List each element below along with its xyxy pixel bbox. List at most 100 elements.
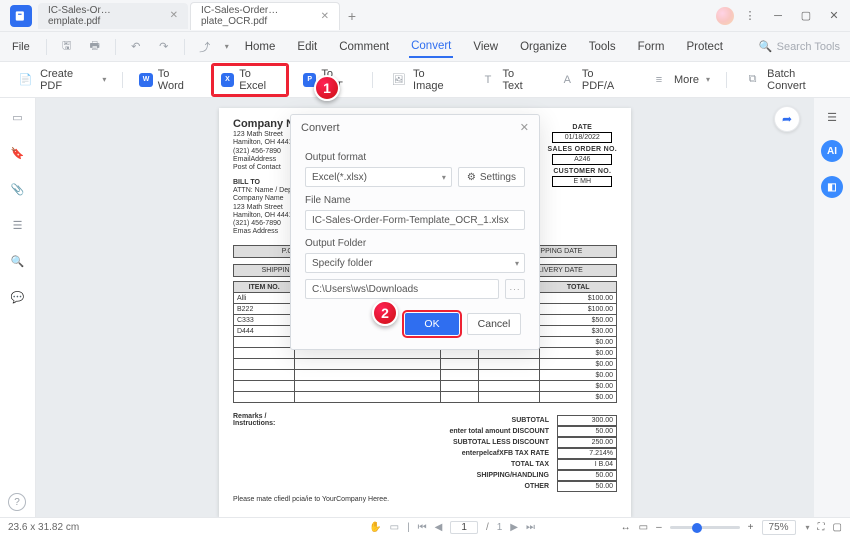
close-window-icon[interactable]: ✕ [822,5,846,27]
first-page-icon[interactable]: ⏮ [418,522,427,533]
page-dimensions: 23.6 x 31.82 cm [8,522,79,533]
more-menu-icon[interactable]: ⋮ [738,5,762,27]
order-label: SALES ORDER NO. [548,146,617,153]
left-rail: ▭ 🔖 📎 ☰ 🔍 💬 [0,98,36,517]
to-text-label: To Text [503,68,536,92]
specify-folder-value: Specify folder [312,258,373,269]
close-icon[interactable]: ✕ [170,10,178,21]
new-tab-button[interactable]: + [340,8,364,24]
thumbnails-icon[interactable]: ▭ [9,108,27,126]
menu-form[interactable]: Form [636,37,667,57]
zoom-in-icon[interactable]: + [748,522,754,533]
excel-icon: X [221,73,234,87]
account-avatar[interactable] [716,7,734,25]
menu-convert[interactable]: Convert [409,36,453,58]
subtotal-label: SUBTOTAL [413,415,553,426]
ai-badge-icon[interactable]: AI [821,140,843,162]
undo-icon[interactable]: ↶ [126,37,146,57]
floating-share-button[interactable]: ➦ [774,106,800,132]
maximize-icon[interactable]: ▢ [794,5,818,27]
titlebar: IC-Sales-Or…emplate.pdf ✕ IC-Sales-Order… [0,0,850,32]
more-button[interactable]: ≡ More▾ [641,67,718,93]
close-icon[interactable]: ✕ [321,11,329,22]
logo-icon [14,9,28,23]
tab-active[interactable]: IC-Sales-Order…plate_OCR.pdf ✕ [190,2,340,30]
to-word-button[interactable]: W To Word [131,65,204,95]
page-number[interactable]: 1 [450,521,478,534]
hand-tool-icon[interactable]: ✋ [369,522,381,533]
tab-inactive-label: IC-Sales-Or…emplate.pdf [48,5,162,27]
batch-label: Batch Convert [767,68,834,92]
remarks-label: Remarks / Instructions: [233,413,298,492]
menu-organize[interactable]: Organize [518,37,569,57]
col-item: ITEM NO. [234,282,295,293]
search-tools-label: Search Tools [777,41,840,53]
bookmarks-icon[interactable]: 🔖 [9,144,27,162]
to-excel-button[interactable]: X To Excel [211,63,289,97]
cancel-button[interactable]: Cancel [467,313,521,335]
order-value: A246 [552,154,612,165]
browse-button[interactable]: ··· [505,279,525,299]
print-icon[interactable]: 🖶 [85,37,105,57]
table-row: $0.00 [234,392,617,403]
fullscreen-icon[interactable]: ⛶ [818,522,825,533]
to-image-button[interactable]: 🖼 To Image [381,65,465,95]
batch-convert-button[interactable]: ⧉ Batch Convert [735,65,842,95]
menu-home[interactable]: Home [243,37,278,57]
app-logo [10,5,32,27]
read-mode-icon[interactable]: ▢ [833,522,842,533]
help-button[interactable]: ? [8,493,26,511]
to-text-button[interactable]: T To Text [470,65,543,95]
select-tool-icon[interactable]: ▭ [390,522,399,533]
fit-width-icon[interactable]: ↔ [621,522,631,533]
tune-icon[interactable]: ☰ [823,108,841,126]
menu-edit[interactable]: Edit [295,37,319,57]
table-row: $0.00 [234,359,617,370]
menu-view[interactable]: View [471,37,500,57]
minimize-icon[interactable]: ─ [766,5,790,27]
save-icon[interactable]: 🖫 [57,37,77,57]
quickbar-more-icon[interactable]: ▾ [225,42,229,51]
zoom-value[interactable]: 75% [762,520,796,535]
more-icon: ≡ [649,70,669,90]
menu-tools[interactable]: Tools [587,37,618,57]
menu-protect[interactable]: Protect [684,37,724,57]
redo-icon[interactable]: ↷ [154,37,174,57]
search-panel-icon[interactable]: 🔍 [9,252,27,270]
search-tools[interactable]: 🔍 Search Tools [759,40,840,53]
output-format-select[interactable]: Excel(*.xlsx) ▾ [305,167,452,187]
sh-value: 50.00 [557,470,617,481]
settings-button[interactable]: ⚙ Settings [458,167,525,187]
date-value: 01/18/2022 [552,132,612,143]
next-page-icon[interactable]: ▶ [510,522,518,533]
last-page-icon[interactable]: ⏭ [526,522,535,533]
share-icon[interactable]: ⤴ [195,37,215,57]
zoom-out-icon[interactable]: – [656,522,662,533]
search-icon: 🔍 [759,40,773,53]
attachments-icon[interactable]: 📎 [9,180,27,198]
totaltax-label: TOTAL TAX [413,459,553,470]
fit-page-icon[interactable]: ▭ [639,522,648,533]
pdfa-icon: A [558,70,577,90]
ok-button[interactable]: OK [405,313,459,335]
filename-input[interactable]: IC-Sales-Order-Form-Template_OCR_1.xlsx [305,210,525,230]
assistant-icon[interactable]: ◧ [821,176,843,198]
to-image-label: To Image [413,68,456,92]
to-pdfa-button[interactable]: A To PDF/A [550,65,635,95]
zoom-slider[interactable] [670,526,740,529]
output-format-value: Excel(*.xlsx) [312,172,367,183]
outline-icon[interactable]: ☰ [9,216,27,234]
dialog-title: Convert [301,122,340,134]
menu-comment[interactable]: Comment [337,37,391,57]
taxrate-value: 7.214% [557,448,617,459]
folder-path-input[interactable]: C:\Users\ws\Downloads [305,279,499,299]
file-menu[interactable]: File [6,39,36,55]
discount-label: enter total amount DISCOUNT [413,426,553,437]
create-pdf-button[interactable]: 📄 Create PDF▾ [8,65,114,95]
tab-inactive[interactable]: IC-Sales-Or…emplate.pdf ✕ [38,3,188,29]
prev-page-icon[interactable]: ◀ [435,522,443,533]
tab-active-label: IC-Sales-Order…plate_OCR.pdf [201,5,313,27]
dialog-close-icon[interactable]: ✕ [520,121,529,134]
comments-icon[interactable]: 💬 [9,288,27,306]
specify-folder-select[interactable]: Specify folder ▾ [305,253,525,273]
